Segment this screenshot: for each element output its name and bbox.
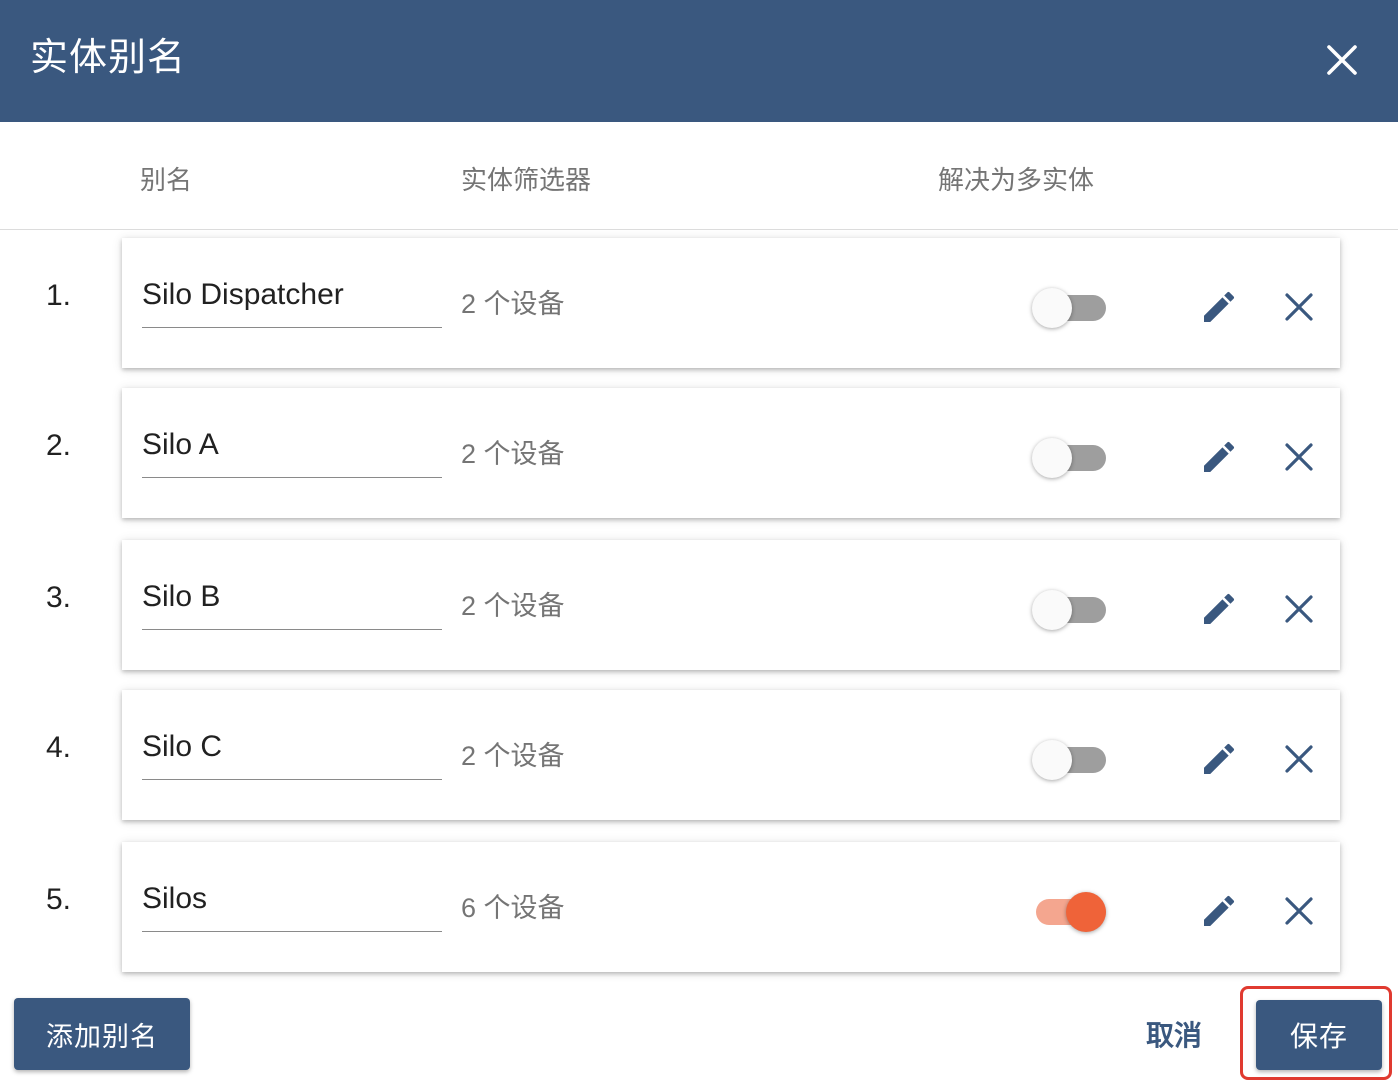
toggle-thumb [1032, 740, 1072, 780]
row-index: 5. [46, 883, 72, 916]
alias-card: 2 个设备 [122, 238, 1340, 368]
alias-card: 2 个设备 [122, 388, 1340, 518]
save-button[interactable]: 保存 [1256, 1000, 1382, 1070]
alias-name-input[interactable] [142, 718, 442, 764]
cancel-button[interactable]: 取消 [1128, 1002, 1220, 1066]
alias-name-field[interactable] [142, 416, 442, 478]
edit-alias-button[interactable] [1196, 284, 1242, 330]
resolve-multiple-toggle[interactable] [1032, 586, 1108, 630]
close-icon [1285, 595, 1313, 623]
toggle-thumb [1032, 438, 1072, 478]
alias-name-input[interactable] [142, 870, 442, 916]
column-headers: 别名 实体筛选器 解决为多实体 [0, 122, 1398, 230]
alias-card: 6 个设备 [122, 842, 1340, 972]
add-alias-button[interactable]: 添加别名 [14, 998, 190, 1070]
alias-list: 1. 2 个设备 [0, 230, 1398, 982]
pencil-icon [1204, 593, 1235, 624]
toggle-thumb [1066, 892, 1106, 932]
entity-filter-summary: 2 个设备 [461, 591, 565, 621]
close-icon [1285, 897, 1313, 925]
resolve-multiple-toggle[interactable] [1032, 284, 1108, 328]
resolve-multiple-toggle[interactable] [1032, 888, 1108, 932]
alias-name-input[interactable] [142, 416, 442, 462]
row-index: 3. [46, 581, 72, 614]
pencil-icon [1204, 743, 1235, 774]
alias-card: 2 个设备 [122, 690, 1340, 820]
close-icon [1285, 443, 1313, 471]
alias-name-field[interactable] [142, 266, 442, 328]
entity-filter-summary: 2 个设备 [461, 439, 565, 469]
delete-alias-button[interactable] [1276, 736, 1322, 782]
alias-name-field[interactable] [142, 568, 442, 630]
edit-alias-button[interactable] [1196, 434, 1242, 480]
entity-filter-summary: 2 个设备 [461, 289, 565, 319]
close-icon [1327, 45, 1357, 75]
column-header-alias: 别名 [140, 165, 193, 195]
pencil-icon [1204, 441, 1235, 472]
entity-filter-summary: 6 个设备 [461, 893, 565, 923]
resolve-multiple-toggle[interactable] [1032, 434, 1108, 478]
pencil-icon [1204, 291, 1235, 322]
alias-row: 5. 6 个设备 [0, 834, 1398, 972]
resolve-multiple-toggle[interactable] [1032, 736, 1108, 780]
close-button[interactable] [1316, 34, 1368, 86]
alias-card: 2 个设备 [122, 540, 1340, 670]
dialog-title: 实体别名 [30, 37, 187, 79]
edit-alias-button[interactable] [1196, 586, 1242, 632]
dialog-footer: 添加别名 取消 保存 [0, 982, 1398, 1088]
delete-alias-button[interactable] [1276, 284, 1322, 330]
alias-row: 4. 2 个设备 [0, 682, 1398, 820]
toggle-thumb [1032, 590, 1072, 630]
alias-name-field[interactable] [142, 718, 442, 780]
alias-row: 3. 2 个设备 [0, 532, 1398, 670]
row-index: 2. [46, 429, 72, 462]
row-index: 4. [46, 731, 72, 764]
alias-name-input[interactable] [142, 568, 442, 614]
pencil-icon [1204, 895, 1235, 926]
delete-alias-button[interactable] [1276, 586, 1322, 632]
close-icon [1285, 745, 1313, 773]
row-index: 1. [46, 279, 72, 312]
edit-alias-button[interactable] [1196, 888, 1242, 934]
alias-row: 1. 2 个设备 [0, 230, 1398, 368]
dialog-header: 实体别名 [0, 0, 1398, 122]
delete-alias-button[interactable] [1276, 888, 1322, 934]
close-icon [1285, 293, 1313, 321]
entity-filter-summary: 2 个设备 [461, 741, 565, 771]
column-header-entity-filter: 实体筛选器 [461, 165, 592, 195]
entity-aliases-dialog: 实体别名 别名 实体筛选器 解决为多实体 1. 2 个设备 [0, 0, 1398, 1088]
alias-row: 2. 2 个设备 [0, 380, 1398, 518]
alias-name-field[interactable] [142, 870, 442, 932]
toggle-thumb [1032, 288, 1072, 328]
edit-alias-button[interactable] [1196, 736, 1242, 782]
column-header-resolve-multiple: 解决为多实体 [938, 165, 1095, 195]
delete-alias-button[interactable] [1276, 434, 1322, 480]
alias-name-input[interactable] [142, 266, 442, 312]
